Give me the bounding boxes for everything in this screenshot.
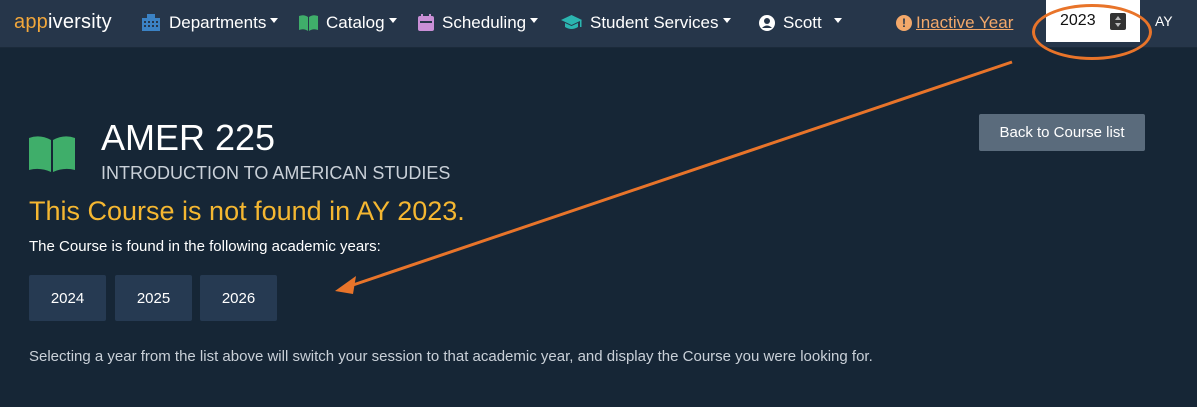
book-icon	[29, 136, 75, 177]
nav-departments-label: Departments	[169, 12, 267, 32]
nav-user-label: Scott	[783, 12, 822, 32]
help-text: Selecting a year from the list above wil…	[29, 348, 873, 365]
year-button-2026[interactable]: 2026	[200, 275, 277, 321]
nav-catalog[interactable]: Catalog	[299, 0, 397, 45]
nav-student-services-label: Student Services	[590, 12, 719, 32]
calendar-icon	[418, 14, 434, 31]
nav-student-services[interactable]: Student Services	[561, 0, 731, 45]
back-to-course-list-button[interactable]: Back to Course list	[979, 114, 1145, 151]
found-in-label: The Course is found in the following aca…	[29, 238, 381, 255]
chevron-down-icon	[722, 18, 731, 23]
nav-departments[interactable]: Departments	[141, 0, 279, 45]
year-button-2024[interactable]: 2024	[29, 275, 106, 321]
top-navbar: appiversity Departments Catalog Scheduli…	[0, 0, 1197, 48]
ay-label: AY	[1155, 13, 1173, 29]
nav-user-menu[interactable]: Scott	[759, 0, 842, 45]
graduation-cap-icon	[561, 14, 582, 31]
chevron-down-icon	[388, 18, 397, 23]
year-button-2025[interactable]: 2025	[115, 275, 192, 321]
inactive-year-notice: ! Inactive Year	[896, 0, 1013, 45]
book-icon	[299, 14, 318, 31]
not-found-message: This Course is not found in AY 2023.	[29, 196, 465, 226]
user-circle-icon	[759, 14, 775, 31]
nav-scheduling-label: Scheduling	[442, 12, 527, 32]
exclamation-circle-icon: !	[896, 14, 912, 31]
brand-part-app: app	[14, 11, 48, 33]
brand-part-iversity: iversity	[47, 11, 112, 33]
inactive-year-link[interactable]: Inactive Year	[916, 13, 1013, 33]
annotation-circle	[1032, 4, 1152, 60]
nav-catalog-label: Catalog	[326, 12, 385, 32]
chevron-down-icon	[530, 18, 539, 23]
chevron-down-icon	[833, 18, 842, 23]
course-code: AMER 225	[101, 117, 276, 158]
building-icon	[141, 14, 161, 31]
nav-scheduling[interactable]: Scheduling	[418, 0, 539, 45]
brand-logo[interactable]: appiversity	[14, 11, 112, 34]
chevron-down-icon	[270, 18, 279, 23]
course-title: INTRODUCTION TO AMERICAN STUDIES	[101, 163, 451, 183]
